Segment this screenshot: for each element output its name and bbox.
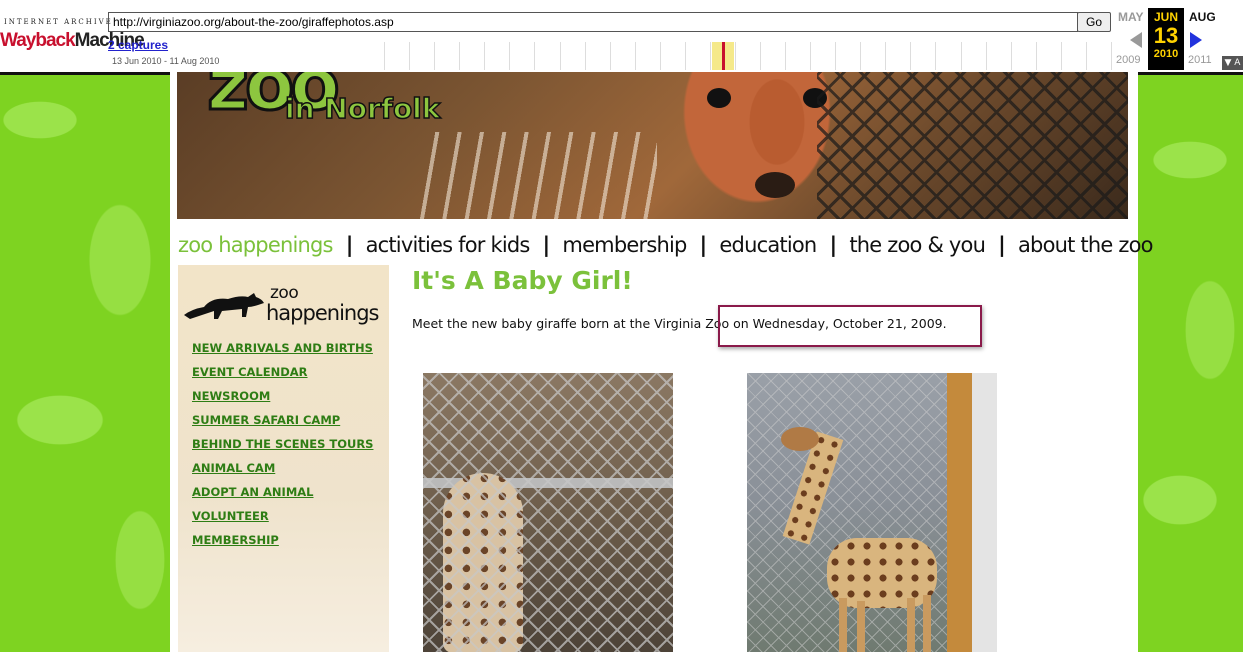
- sidebar-link-membership[interactable]: MEMBERSHIP: [192, 533, 373, 557]
- page-container: zoo in Norfolk zoo happenings | activiti…: [170, 72, 1154, 652]
- sparkline-cell: [736, 42, 761, 70]
- date-highlight-box: [718, 305, 982, 347]
- nav-membership[interactable]: membership: [562, 233, 687, 257]
- prev-year-label[interactable]: 2009: [1116, 54, 1140, 66]
- sparkline-cell: [962, 42, 987, 70]
- sidebar-link-new-arrivals[interactable]: NEW ARRIVALS AND BIRTHS: [192, 341, 373, 365]
- sparkline-cell: [410, 42, 436, 70]
- sparkline-cell: [485, 42, 511, 70]
- sidebar-links: NEW ARRIVALS AND BIRTHS EVENT CALENDAR N…: [192, 341, 373, 557]
- giraffe-photo-standing[interactable]: [747, 373, 997, 652]
- sparkline-cell: [1062, 42, 1087, 70]
- sparkline-cell: [936, 42, 962, 70]
- capture-range: 13 Jun 2010 - 11 Aug 2010: [112, 56, 220, 66]
- current-month: JUN: [1153, 10, 1178, 24]
- logo-internet-archive: INTERNET ARCHIVE: [4, 18, 113, 26]
- nav-zoo-happenings[interactable]: zoo happenings: [178, 233, 333, 257]
- giraffe-head: [781, 427, 819, 451]
- sidebar-link-event-calendar[interactable]: EVENT CALENDAR: [192, 365, 373, 389]
- sidebar-title-line2: happenings: [266, 301, 379, 325]
- sparkline-current-marker: [722, 42, 725, 70]
- banner-eye: [707, 88, 731, 108]
- nav-education[interactable]: education: [719, 233, 817, 257]
- sparkline-cell: [811, 42, 837, 70]
- giraffe-leg: [907, 598, 915, 652]
- sidebar-link-newsroom[interactable]: NEWSROOM: [192, 389, 373, 413]
- sidebar-link-behind-the-scenes[interactable]: BEHIND THE SCENES TOURS: [192, 437, 373, 461]
- nav-separator: |: [345, 233, 354, 257]
- next-arrow-icon[interactable]: [1190, 32, 1202, 48]
- sparkline-cell: [761, 42, 787, 70]
- sparkline-cell: [1012, 42, 1037, 70]
- sidebar-header: zoo happenings: [182, 275, 382, 325]
- nav-separator: |: [998, 233, 1006, 257]
- giraffe-leg: [923, 595, 931, 652]
- sparkline-cell: [435, 42, 461, 70]
- wayback-toolbar: INTERNET ARCHIVE WaybackMachine http://v…: [0, 0, 1243, 75]
- sparkline-cell: [636, 42, 661, 70]
- url-input[interactable]: http://virginiazoo.org/about-the-zoo/gir…: [108, 12, 1078, 32]
- header-banner: zoo in Norfolk: [177, 72, 1128, 219]
- banner-nose: [755, 172, 795, 198]
- sidebar-link-summer-safari-camp[interactable]: SUMMER SAFARI CAMP: [192, 413, 373, 437]
- white-post: [972, 373, 997, 652]
- captures-link[interactable]: 2 captures: [108, 38, 168, 52]
- nav-separator: |: [829, 233, 837, 257]
- sparkline-cell: [987, 42, 1012, 70]
- about-dropdown-button[interactable]: ▼ A: [1222, 56, 1243, 70]
- next-year-label[interactable]: 2011: [1188, 54, 1212, 66]
- sparkline-cell: [786, 42, 812, 70]
- prev-month-label[interactable]: MAY: [1118, 10, 1144, 24]
- sparkline-cell: [861, 42, 887, 70]
- zoo-logo-subtitle[interactable]: in Norfolk: [284, 91, 441, 126]
- main-nav: zoo happenings | activities for kids | m…: [178, 230, 1154, 260]
- sparkline-cell: [460, 42, 486, 70]
- nav-about-the-zoo[interactable]: about the zoo: [1018, 233, 1154, 257]
- page-title: It's A Baby Girl!: [412, 266, 633, 295]
- sparkline-cell: [1037, 42, 1062, 70]
- sparkline-cell: [836, 42, 862, 70]
- giraffe-photo-closeup[interactable]: [423, 373, 673, 652]
- current-capture-date: JUN 13 2010: [1148, 8, 1184, 70]
- sidebar-link-animal-cam[interactable]: ANIMAL CAM: [192, 461, 373, 485]
- go-button[interactable]: Go: [1077, 12, 1111, 32]
- sparkline-cell: [385, 42, 411, 70]
- prev-arrow-icon[interactable]: [1130, 32, 1142, 48]
- sparkline-cell: [586, 42, 611, 70]
- sparkline-cell: [510, 42, 536, 70]
- sparkline-cell: [561, 42, 586, 70]
- banner-fence: [817, 72, 1128, 219]
- sidebar: zoo happenings NEW ARRIVALS AND BIRTHS E…: [178, 265, 389, 652]
- sparkline-cell: [611, 42, 636, 70]
- sidebar-link-volunteer[interactable]: VOLUNTEER: [192, 509, 373, 533]
- current-year: 2010: [1153, 48, 1179, 60]
- sparkline-cell: [911, 42, 937, 70]
- nav-activities-for-kids[interactable]: activities for kids: [366, 233, 531, 257]
- nav-separator: |: [699, 233, 708, 257]
- sparkline-cell: [1087, 42, 1112, 70]
- nav-separator: |: [542, 233, 551, 257]
- sidebar-link-adopt-an-animal[interactable]: ADOPT AN ANIMAL: [192, 485, 373, 509]
- giraffe-leg: [839, 598, 847, 652]
- sparkline-cell: [360, 42, 386, 70]
- nav-the-zoo-and-you[interactable]: the zoo & you: [849, 233, 986, 257]
- capture-sparkline[interactable]: [360, 42, 1112, 70]
- mongoose-icon: [184, 293, 264, 319]
- giraffe-leg: [857, 601, 865, 652]
- sparkline-cell: [535, 42, 561, 70]
- next-month-label[interactable]: AUG: [1189, 10, 1216, 24]
- sparkline-cell: [661, 42, 686, 70]
- sidebar-title-line1: zoo: [270, 283, 299, 303]
- chain-link-fence: [423, 373, 673, 652]
- current-day: 13: [1153, 23, 1179, 48]
- wayback-logo[interactable]: INTERNET ARCHIVE WaybackMachine: [0, 8, 145, 60]
- sparkline-cell: [886, 42, 912, 70]
- sparkline-cell: [686, 42, 711, 70]
